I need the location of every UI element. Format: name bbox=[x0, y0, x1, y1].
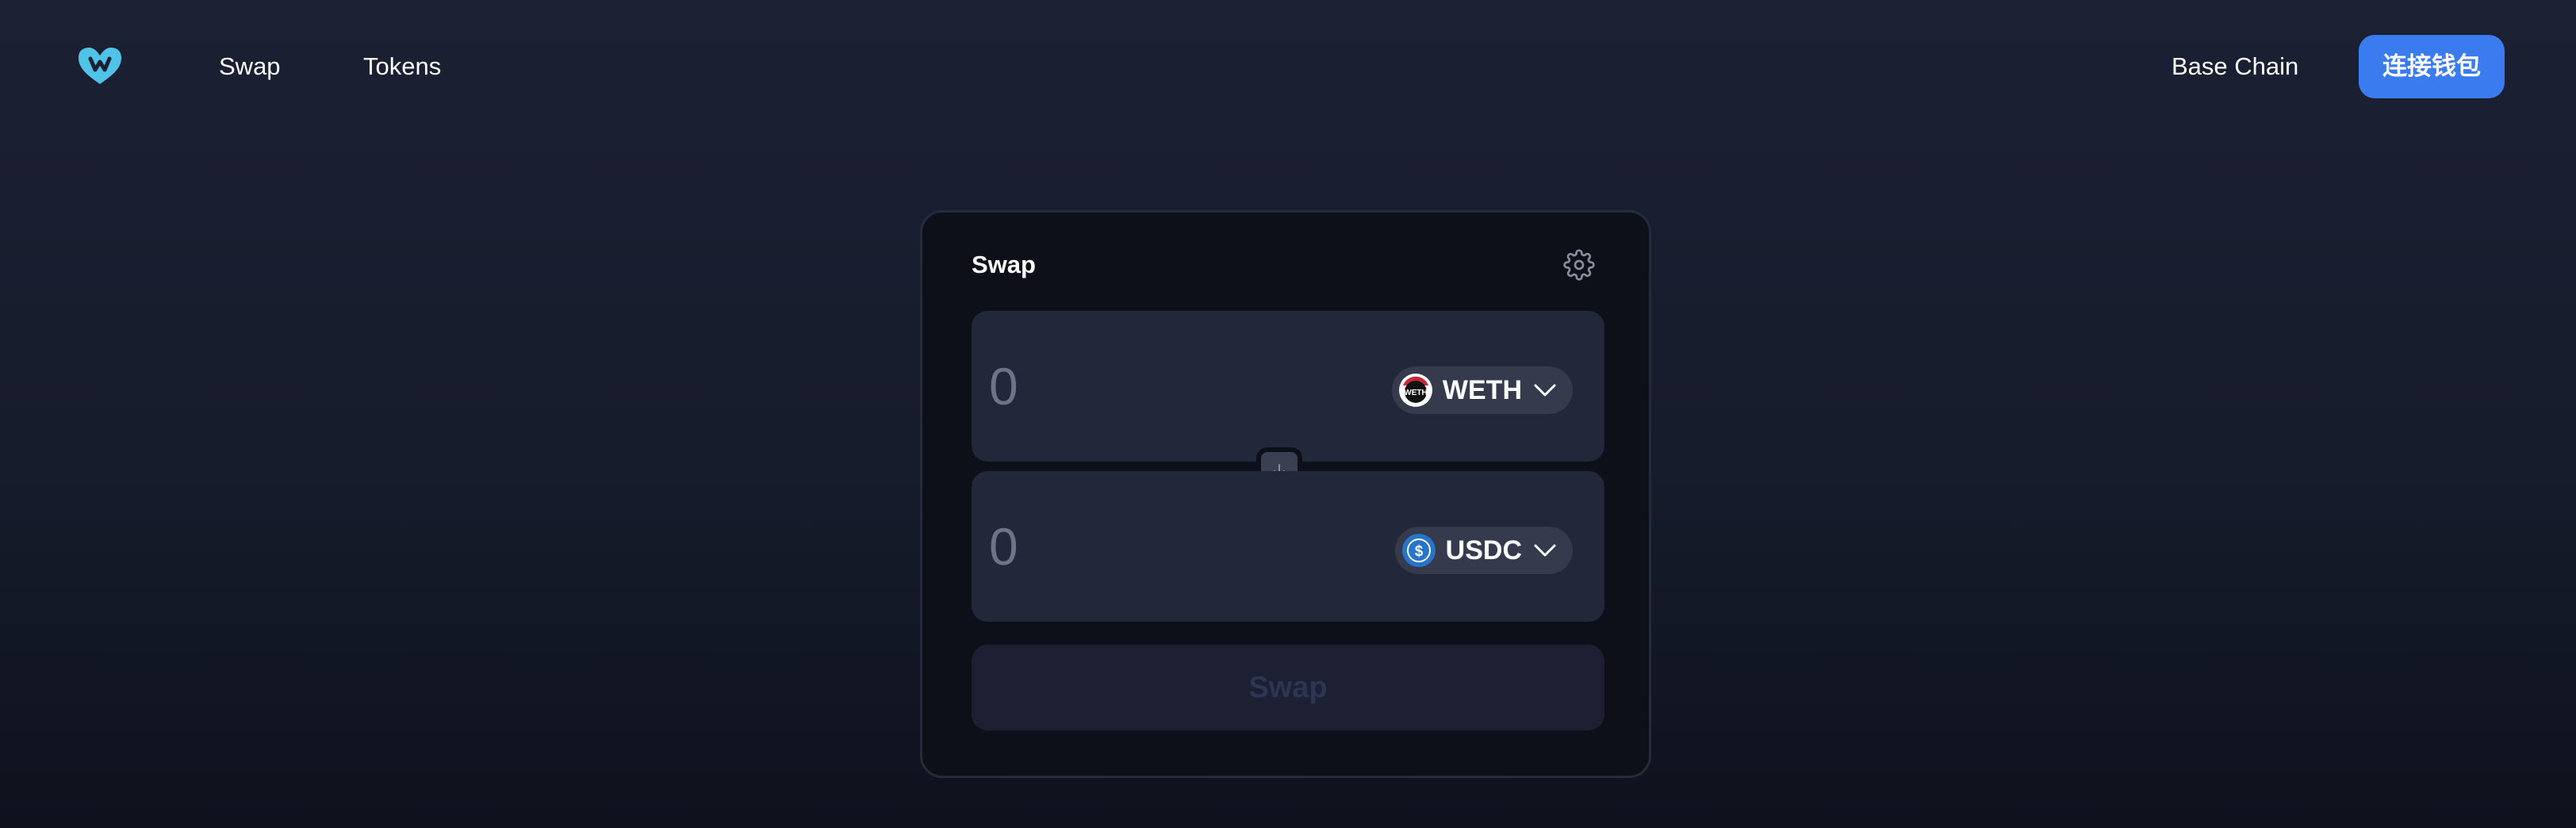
usdc-token-icon: $ bbox=[1401, 534, 1436, 567]
heart-m-logo-icon bbox=[79, 48, 121, 84]
weth-token-icon: WETH bbox=[1398, 374, 1432, 407]
to-token-symbol: USDC bbox=[1445, 535, 1522, 565]
settings-button[interactable] bbox=[1563, 249, 1595, 281]
nav-tokens-link[interactable]: Tokens bbox=[363, 51, 441, 82]
chevron-down-icon bbox=[1534, 384, 1556, 397]
to-token-panel: $ USDC bbox=[972, 471, 1604, 622]
swap-card: Swap WETH WETH bbox=[920, 210, 1651, 778]
chain-selector[interactable]: Base Chain bbox=[2172, 51, 2298, 82]
from-token-panel: WETH WETH bbox=[972, 311, 1604, 462]
to-amount-input[interactable] bbox=[989, 515, 1322, 578]
from-token-symbol: WETH bbox=[1442, 375, 1522, 405]
usdc-icon-text: $ bbox=[1414, 543, 1423, 560]
to-token-selector[interactable]: $ USDC bbox=[1394, 527, 1573, 574]
from-token-selector[interactable]: WETH WETH bbox=[1391, 366, 1573, 414]
from-amount-input[interactable] bbox=[989, 355, 1322, 418]
swap-submit-button[interactable]: Swap bbox=[972, 645, 1604, 730]
connect-wallet-button[interactable]: 连接钱包 bbox=[2359, 35, 2505, 98]
gear-icon bbox=[1563, 249, 1595, 281]
chevron-down-icon bbox=[1534, 544, 1556, 557]
app-logo[interactable] bbox=[76, 46, 124, 86]
swap-card-title: Swap bbox=[972, 251, 1036, 278]
weth-icon-text: WETH bbox=[1404, 389, 1427, 397]
nav-swap-link[interactable]: Swap bbox=[219, 51, 281, 82]
